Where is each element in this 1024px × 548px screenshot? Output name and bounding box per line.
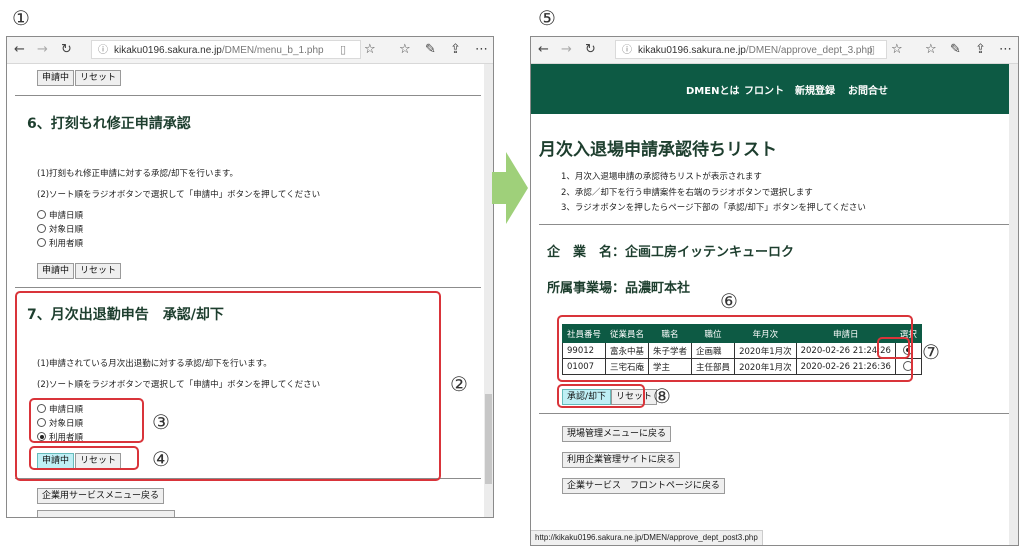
- reading-view-icon[interactable]: ▯: [869, 42, 875, 58]
- info-icon: ⓘ: [98, 45, 108, 56]
- pen-icon[interactable]: ✎: [425, 42, 436, 58]
- nav-register[interactable]: 新規登録: [795, 82, 835, 97]
- callout-box-buttons: [29, 446, 139, 470]
- callout-4: ④: [152, 447, 170, 471]
- nav-bar: DMENとは フロント 新規登録 お問合せ: [531, 64, 1018, 114]
- section-6-submit-button[interactable]: 申請中: [37, 263, 75, 279]
- callout-2: ②: [450, 372, 468, 396]
- share-icon[interactable]: ⇪: [975, 42, 986, 58]
- back-icon[interactable]: ←: [14, 42, 25, 58]
- refresh-icon[interactable]: ↻: [61, 42, 72, 58]
- vertical-scrollbar[interactable]: [1009, 64, 1018, 545]
- section-6-radio-user[interactable]: 利用者順: [37, 237, 83, 249]
- right-browser-window: ← → ↻ ⓘ kikaku0196.sakura.ne.jp/DMEN/appr…: [530, 36, 1019, 546]
- company-label: 企 業 名：: [547, 245, 626, 260]
- back-to-site-menu-button[interactable]: 現場管理メニューに戻る: [562, 426, 672, 442]
- forward-icon[interactable]: →: [561, 42, 572, 58]
- favorite-star-icon[interactable]: ☆: [891, 42, 903, 58]
- back-to-admin-site-button[interactable]: 利用企業管理サイトに戻る: [562, 452, 681, 468]
- section-6-reset-button[interactable]: リセット: [75, 263, 122, 279]
- left-toolbar: ← → ↻ ⓘ kikaku0196.sakura.ne.jp/DMEN/menu…: [7, 37, 493, 64]
- callout-box-approve-buttons: [557, 384, 645, 408]
- divider: [15, 95, 481, 96]
- favorite-star-icon[interactable]: ☆: [364, 42, 376, 58]
- nav-about[interactable]: DMENとは: [686, 82, 739, 97]
- note-2: 2、承認／却下を行う申請案件を右端のラジオボタンで選択します: [561, 188, 813, 198]
- office-value: 品濃町本社: [625, 281, 691, 296]
- callout-7: ⑦: [922, 340, 940, 364]
- url-host: kikaku0196.sakura.ne.jp: [638, 45, 746, 56]
- company-service-menu-button[interactable]: 企業用サービスメニュー戻る: [37, 488, 165, 504]
- section-6-title: 6、打刻もれ修正申請承認: [27, 116, 191, 132]
- page-title: 月次入退場申請承認待ちリスト: [539, 140, 777, 160]
- callout-6: ⑥: [720, 289, 738, 313]
- favorites-list-icon[interactable]: ☆: [925, 42, 937, 58]
- right-toolbar: ← → ↻ ⓘ kikaku0196.sakura.ne.jp/DMEN/appr…: [531, 37, 1018, 64]
- top-submit-button[interactable]: 申請中: [37, 70, 75, 86]
- status-bar-url: http://kikaku0196.sakura.ne.jp/DMEN/appr…: [531, 530, 763, 545]
- divider: [15, 287, 481, 288]
- pen-icon[interactable]: ✎: [950, 42, 961, 58]
- note-3: 3、ラジオボタンを押したらページ下部の「承認/却下」ボタンを押してください: [561, 203, 866, 213]
- callout-box-radios: [29, 398, 144, 443]
- vertical-scrollbar[interactable]: [484, 64, 493, 517]
- right-page: DMENとは フロント 新規登録 お問合せ 月次入退場申請承認待ちリスト 1、月…: [531, 64, 1018, 545]
- company-line: 企 業 名：企画工房イッテンキューロク: [547, 241, 794, 260]
- url-path: /DMEN/approve_dept_3.php: [745, 45, 873, 56]
- callout-3: ③: [152, 410, 170, 434]
- nav-front[interactable]: フロント: [744, 82, 784, 97]
- refresh-icon[interactable]: ↻: [585, 42, 596, 58]
- callout-box-table: [557, 315, 913, 382]
- section-6-line1: (1)打刻もれ修正申請に対する承認/却下を行います。: [37, 169, 239, 179]
- partial-button[interactable]: [37, 510, 175, 517]
- forward-icon[interactable]: →: [37, 42, 48, 58]
- flow-arrow: [492, 152, 528, 224]
- company-value: 企画工房イッテンキューロク: [625, 245, 795, 260]
- reading-view-icon[interactable]: ▯: [340, 42, 346, 58]
- section-6-radio-target-date[interactable]: 対象日順: [37, 223, 83, 235]
- divider: [539, 413, 1009, 414]
- url-path: /DMEN/menu_b_1.php: [221, 45, 324, 56]
- favorites-list-icon[interactable]: ☆: [399, 42, 411, 58]
- more-icon[interactable]: ⋯: [475, 42, 488, 58]
- share-icon[interactable]: ⇪: [450, 42, 461, 58]
- url-host: kikaku0196.sakura.ne.jp: [114, 45, 222, 56]
- back-icon[interactable]: ←: [538, 42, 549, 58]
- callout-1: ①: [12, 6, 30, 30]
- address-bar[interactable]: ⓘ kikaku0196.sakura.ne.jp/DMEN/menu_b_1.p…: [91, 40, 361, 59]
- callout-8: ⑧: [653, 384, 671, 408]
- section-6-radio-apply-date[interactable]: 申請日順: [37, 209, 83, 221]
- info-icon: ⓘ: [622, 45, 632, 56]
- office-line: 所属事業場：品濃町本社: [547, 277, 690, 296]
- note-1: 1、月次入退場申請の承認待ちリストが表示されます: [561, 172, 762, 182]
- more-icon[interactable]: ⋯: [999, 42, 1012, 58]
- divider: [539, 224, 1009, 225]
- nav-contact[interactable]: お問合せ: [848, 82, 888, 97]
- top-reset-button[interactable]: リセット: [75, 70, 122, 86]
- callout-5: ⑤: [538, 6, 556, 30]
- section-6-line2: (2)ソート順をラジオボタンで選択して「申請中」ボタンを押してください: [37, 190, 321, 200]
- scrollbar-thumb[interactable]: [485, 394, 492, 484]
- callout-box-select-radio: [877, 337, 910, 359]
- address-bar[interactable]: ⓘ kikaku0196.sakura.ne.jp/DMEN/approve_de…: [615, 40, 887, 59]
- office-label: 所属事業場：: [547, 281, 626, 296]
- back-to-front-page-button[interactable]: 企業サービス フロントページに戻る: [562, 478, 725, 494]
